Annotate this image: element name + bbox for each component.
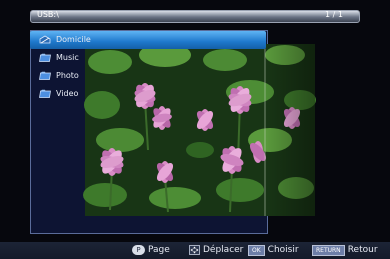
return-hint-label: Retour [347,245,378,255]
page-hint-label: Page [148,245,170,255]
folder-icon [39,89,51,98]
folder-icon [39,71,51,80]
move-arrows-icon [189,245,200,255]
folder-label: Music [56,53,79,62]
folder-icon [39,53,51,62]
home-folder-icon [39,35,51,44]
folder-label: Video [56,89,79,98]
bottom-hint-bar: P Page Déplacer OK Choisir RETURN Retour [0,242,390,259]
folder-item-music[interactable]: Music [30,49,266,67]
page-key-icon: P [132,245,145,255]
folder-label: Photo [56,71,79,80]
ok-hint: OK Choisir [248,245,299,256]
move-hint: Déplacer [189,245,243,256]
ok-hint-label: Choisir [267,245,299,255]
ok-key-icon: OK [248,245,265,256]
return-key-icon: RETURN [312,245,345,256]
folder-item-photo[interactable]: Photo [30,67,266,85]
folder-item-domicile[interactable]: Domicile [30,31,266,49]
return-hint: RETURN Retour [312,245,378,256]
folder-label: Domicile [56,35,91,44]
move-hint-label: Déplacer [203,245,244,255]
page-hint: P Page [132,245,170,256]
folder-item-video[interactable]: Video [30,85,266,103]
folder-list: Domicile Music Photo Video [30,31,266,103]
